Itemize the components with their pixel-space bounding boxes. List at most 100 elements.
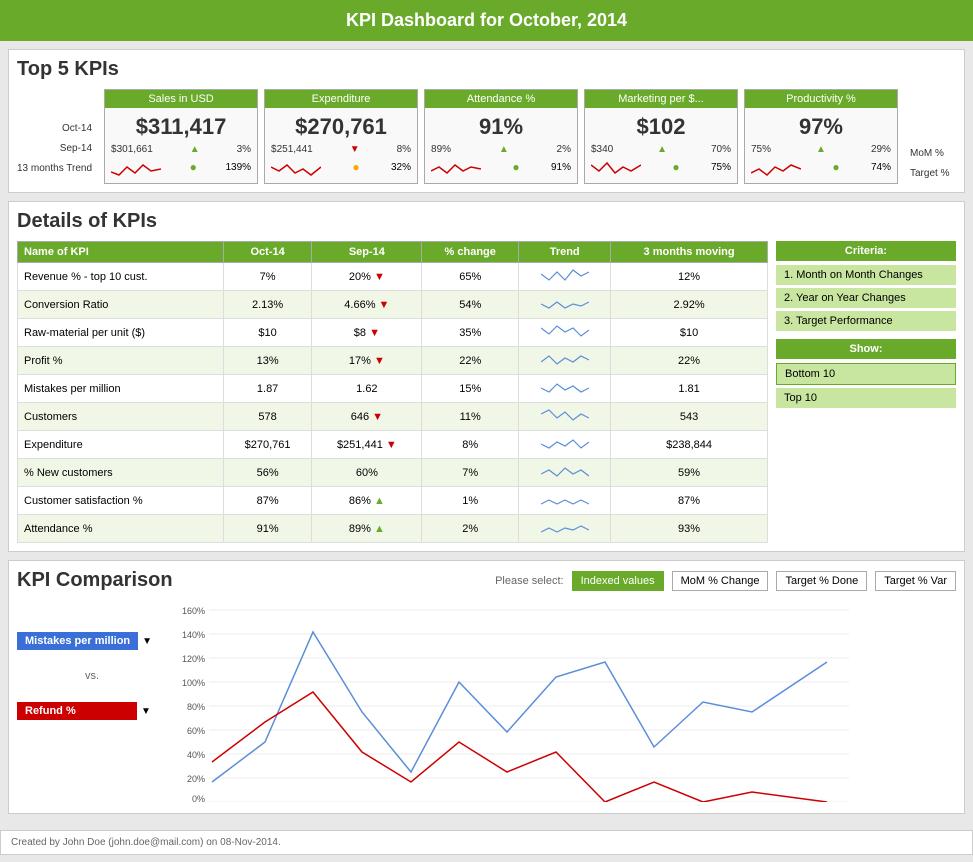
- col-header-oct: Oct-14: [223, 242, 312, 263]
- selector1-label[interactable]: Mistakes per million: [17, 632, 138, 650]
- show-top10[interactable]: Top 10: [776, 388, 956, 408]
- svg-text:160%: 160%: [182, 606, 205, 616]
- table-row-sep: 646 ▼: [312, 403, 422, 431]
- kpi-table-section: Name of KPI Oct-14 Sep-14 % change Trend…: [17, 241, 768, 543]
- kpi-table: Name of KPI Oct-14 Sep-14 % change Trend…: [17, 241, 768, 543]
- table-row-oct: 1.87: [223, 375, 312, 403]
- table-row-name: Revenue % - top 10 cust.: [18, 263, 224, 291]
- criteria-header: Criteria:: [776, 241, 956, 261]
- criteria-item-2[interactable]: 2. Year on Year Changes: [776, 288, 956, 308]
- selector1-arrow[interactable]: ▼: [142, 636, 152, 647]
- comparison-header: KPI Comparison Please select: Indexed va…: [17, 569, 956, 592]
- col-header-trend: Trend: [519, 242, 611, 263]
- vs-label: vs.: [17, 670, 167, 682]
- table-row-trend: [519, 431, 611, 459]
- col-header-sep: Sep-14: [312, 242, 422, 263]
- table-row-change: 35%: [422, 319, 519, 347]
- table-row-name: Customers: [18, 403, 224, 431]
- kpi-labels-left: Oct-14 Sep-14 13 months Trend: [17, 89, 96, 179]
- top5-title: Top 5 KPIs: [17, 58, 956, 81]
- col-header-name: Name of KPI: [18, 242, 224, 263]
- btn-indexed[interactable]: Indexed values: [572, 571, 664, 591]
- table-row-trend: [519, 291, 611, 319]
- svg-text:140%: 140%: [182, 630, 205, 640]
- table-row-sep: 17% ▼: [312, 347, 422, 375]
- table-row-change: 22%: [422, 347, 519, 375]
- btn-target-var[interactable]: Target % Var: [875, 571, 956, 591]
- table-row-trend: [519, 319, 611, 347]
- table-row-sep: 89% ▲: [312, 515, 422, 543]
- criteria-item-1[interactable]: 1. Month on Month Changes: [776, 265, 956, 285]
- details-section: Details of KPIs Name of KPI Oct-14 Sep-1…: [8, 201, 965, 552]
- svg-text:120%: 120%: [182, 654, 205, 664]
- svg-text:0%: 0%: [192, 794, 205, 802]
- table-row-oct: 578: [223, 403, 312, 431]
- table-row-moving: 59%: [611, 459, 768, 487]
- selector1-box: Mistakes per million ▼: [17, 632, 167, 650]
- kpi-card-header: Attendance %: [425, 90, 577, 108]
- svg-text:40%: 40%: [187, 750, 205, 760]
- table-row-name: Raw-material per unit ($): [18, 319, 224, 347]
- btn-mom[interactable]: MoM % Change: [672, 571, 769, 591]
- kpi-card-header: Sales in USD: [105, 90, 257, 108]
- kpi-card-header: Productivity %: [745, 90, 897, 108]
- kpi-card-productivity: Productivity % 97% 75% ▲ 29% ● 74%: [744, 89, 898, 184]
- kpi-card-attendance: Attendance % 91% 89% ▲ 2% ● 91%: [424, 89, 578, 184]
- kpi-card-header: Marketing per $...: [585, 90, 737, 108]
- col-header-change: % change: [422, 242, 519, 263]
- table-row-moving: 2.92%: [611, 291, 768, 319]
- table-row-oct: 87%: [223, 487, 312, 515]
- table-row-change: 54%: [422, 291, 519, 319]
- selector2-box: Refund % ▼: [17, 702, 167, 720]
- table-row-trend: [519, 347, 611, 375]
- table-row-change: 65%: [422, 263, 519, 291]
- table-row-name: Profit %: [18, 347, 224, 375]
- comparison-selectors: Mistakes per million ▼ vs. Refund % ▼: [17, 602, 167, 728]
- show-bottom10[interactable]: Bottom 10: [776, 363, 956, 385]
- kpi-card-value: $270,761: [271, 114, 411, 140]
- header-title: KPI Dashboard for October, 2014: [346, 10, 627, 30]
- btn-target-done[interactable]: Target % Done: [776, 571, 867, 591]
- table-row-moving: $10: [611, 319, 768, 347]
- kpi-card-value: $311,417: [111, 114, 251, 140]
- table-row-oct: 7%: [223, 263, 312, 291]
- table-row-name: Attendance %: [18, 515, 224, 543]
- comparison-title: KPI Comparison: [17, 569, 173, 592]
- table-row-trend: [519, 487, 611, 515]
- selector2-label[interactable]: Refund %: [17, 702, 137, 720]
- table-row-oct: 2.13%: [223, 291, 312, 319]
- table-row-change: 1%: [422, 487, 519, 515]
- table-row-sep: 1.62: [312, 375, 422, 403]
- col-header-moving: 3 months moving: [611, 242, 768, 263]
- criteria-item-3[interactable]: 3. Target Performance: [776, 311, 956, 331]
- table-row-oct: 13%: [223, 347, 312, 375]
- table-row-change: 2%: [422, 515, 519, 543]
- footer: Created by John Doe (john.doe@mail.com) …: [0, 830, 973, 855]
- table-row-trend: [519, 375, 611, 403]
- table-row-trend: [519, 263, 611, 291]
- svg-text:20%: 20%: [187, 774, 205, 784]
- kpi-card-value: 91%: [431, 114, 571, 140]
- criteria-section: Criteria: 1. Month on Month Changes 2. Y…: [776, 241, 956, 543]
- selector2-arrow[interactable]: ▼: [141, 706, 151, 717]
- table-row-sep: 20% ▼: [312, 263, 422, 291]
- table-row-moving: 87%: [611, 487, 768, 515]
- top5-section: Top 5 KPIs Oct-14 Sep-14 13 months Trend…: [8, 49, 965, 193]
- table-row-moving: 12%: [611, 263, 768, 291]
- table-row-name: Customer satisfaction %: [18, 487, 224, 515]
- table-row-trend: [519, 403, 611, 431]
- table-row-moving: 1.81: [611, 375, 768, 403]
- table-row-trend: [519, 459, 611, 487]
- comparison-chart: 160% 140% 120% 100% 80% 60% 40% 20% 0%: [177, 602, 857, 802]
- table-row-moving: 93%: [611, 515, 768, 543]
- table-row-oct: 91%: [223, 515, 312, 543]
- table-row-sep: 60%: [312, 459, 422, 487]
- svg-text:80%: 80%: [187, 702, 205, 712]
- kpi-card-header: Expenditure: [265, 90, 417, 108]
- table-row-name: % New customers: [18, 459, 224, 487]
- table-row-oct: $10: [223, 319, 312, 347]
- show-header: Show:: [776, 339, 956, 359]
- svg-text:60%: 60%: [187, 726, 205, 736]
- table-row-oct: 56%: [223, 459, 312, 487]
- kpi-card-value: 97%: [751, 114, 891, 140]
